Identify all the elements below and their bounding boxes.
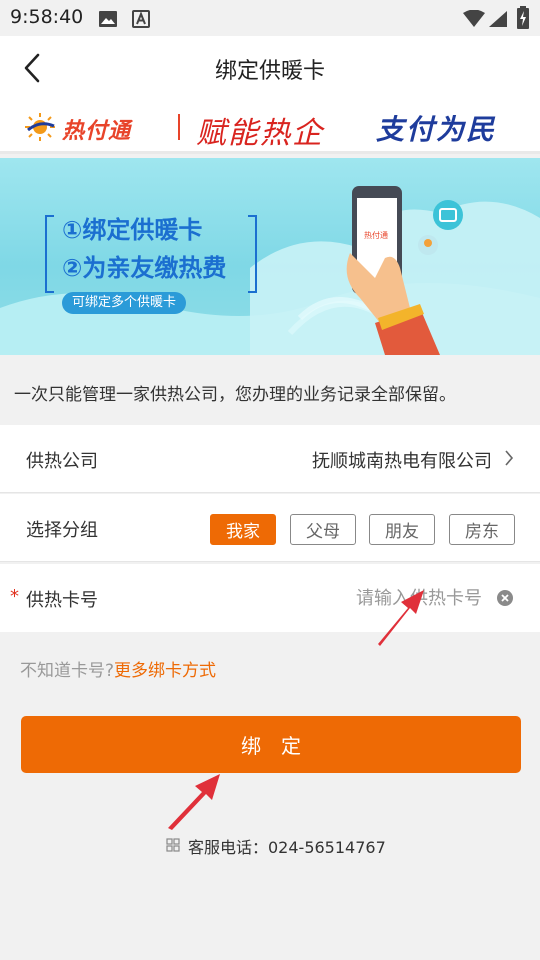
company-label: 供热公司 (26, 451, 98, 472)
svg-text:热付通: 热付通 (364, 230, 388, 240)
required-star: * (10, 586, 19, 607)
sun-logo-icon (22, 112, 58, 146)
more-bind-methods-link[interactable]: 更多绑卡方式 (114, 661, 216, 681)
card-number-label: 供热卡号 (26, 590, 98, 611)
group-chip-parents[interactable]: 父母 (290, 514, 356, 545)
a-notification-icon (132, 10, 150, 32)
guide-arrow-icon (372, 584, 428, 652)
bind-button[interactable]: 绑定 (21, 716, 521, 773)
help-question: 不知道卡号? (20, 661, 115, 681)
company-value: 抚顺城南热电有限公司 (312, 451, 492, 472)
company-row[interactable]: 供热公司 抚顺城南热电有限公司 (0, 425, 540, 493)
group-chip-landlord[interactable]: 房东 (449, 514, 515, 545)
hotline-text: 客服电话：024-56514767 (188, 838, 386, 857)
row-divider (0, 492, 540, 493)
hotline: 客服电话：024-56514767 (166, 834, 386, 858)
group-label: 选择分组 (26, 520, 98, 541)
page-title: 绑定供暖卡 (214, 59, 325, 84)
brand-divider (178, 114, 180, 140)
brand-strip: 热付通 赋能热企 支付为民 (0, 100, 540, 154)
status-bar: 9:58:40 (0, 0, 540, 36)
chevron-right-icon (504, 449, 514, 471)
clear-input-icon[interactable] (496, 589, 514, 607)
group-chip-home[interactable]: 我家 (210, 514, 276, 545)
card-number-row: * 供热卡号 (0, 564, 540, 632)
qr-code-icon (166, 837, 180, 856)
app-bar: 绑定供暖卡 (0, 36, 540, 100)
group-row: 选择分组 我家 父母 朋友 房东 (0, 494, 540, 562)
banner-line-1: ①绑定供暖卡 (62, 216, 203, 244)
wifi-icon (462, 9, 486, 32)
battery-charging-icon (516, 6, 530, 34)
status-time: 9:58:40 (10, 6, 84, 28)
notice-text: 一次只能管理一家供热公司，您办理的业务记录全部保留。 (14, 385, 456, 405)
help-line: 不知道卡号?更多绑卡方式 (20, 656, 216, 681)
group-chip-friends[interactable]: 朋友 (369, 514, 435, 545)
banner-tag: 可绑定多个供暖卡 (62, 292, 187, 314)
brand-logo-text: 热付通 (62, 119, 132, 144)
banner-line-2: ②为亲友缴热费 (62, 254, 227, 282)
promo-banner: 热付通 ①绑定供暖卡 ②为亲友缴热费 可绑定多个供暖卡 (0, 158, 540, 355)
image-icon (98, 10, 118, 32)
brand-slogan-1: 赋能热企 (196, 116, 324, 151)
guide-arrow-icon (162, 768, 224, 836)
row-divider (0, 561, 540, 562)
signal-icon (488, 10, 508, 32)
brand-slogan-2: 支付为民 (376, 113, 497, 146)
